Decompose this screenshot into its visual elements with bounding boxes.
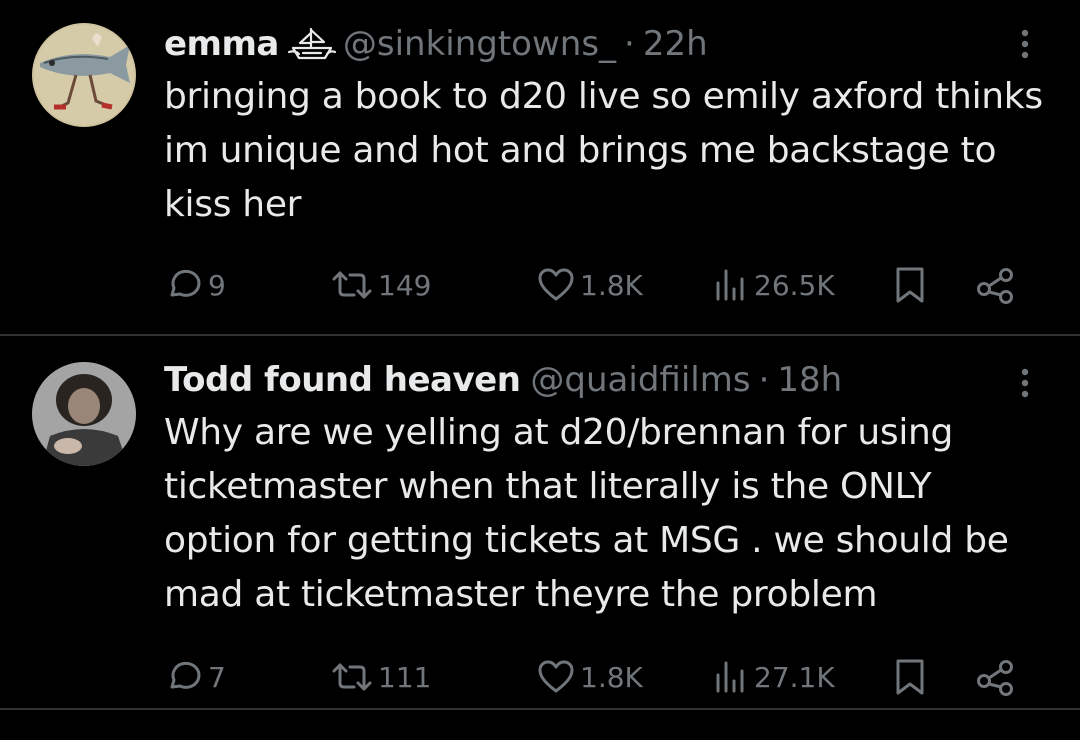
display-name[interactable]: emma bbox=[164, 24, 279, 64]
bookmark-button[interactable] bbox=[890, 652, 930, 702]
timestamp[interactable]: 22h bbox=[643, 24, 708, 64]
tweet-text: bringing a book to d20 live so emily axf… bbox=[164, 76, 1043, 225]
repost-button[interactable]: 149 bbox=[330, 260, 431, 310]
views-count: 27.1K bbox=[754, 660, 835, 694]
repost-count: 149 bbox=[378, 268, 432, 302]
reply-icon bbox=[170, 269, 201, 297]
avatar[interactable] bbox=[32, 362, 136, 466]
like-count: 1.8K bbox=[580, 660, 643, 694]
separator-dot: · bbox=[758, 360, 770, 400]
separator-dot: · bbox=[624, 24, 635, 64]
views-icon bbox=[716, 661, 744, 693]
tweet-actions: 9 149 1.8K 26.5K bbox=[164, 260, 1044, 310]
share-icon bbox=[977, 660, 1013, 696]
reply-icon bbox=[170, 661, 201, 689]
views-icon bbox=[716, 269, 744, 301]
user-handle[interactable]: @quaidfiilms bbox=[530, 360, 750, 400]
repost-icon bbox=[332, 663, 372, 691]
share-icon bbox=[977, 268, 1013, 304]
like-count: 1.8K bbox=[580, 268, 643, 302]
share-button[interactable] bbox=[974, 260, 1018, 310]
timestamp[interactable]: 18h bbox=[777, 360, 842, 400]
reply-button[interactable]: 9 bbox=[164, 260, 226, 310]
bookmark-icon bbox=[896, 267, 924, 303]
reply-button[interactable]: 7 bbox=[164, 652, 226, 702]
tweet-header: emma @sinkingtowns_ · 22h bbox=[164, 22, 708, 66]
heart-icon bbox=[538, 268, 574, 301]
user-handle[interactable]: @sinkingtowns_ bbox=[343, 24, 616, 64]
tweet-header: Todd found heaven @quaidfiilms · 18h bbox=[164, 358, 842, 402]
repost-icon bbox=[332, 271, 372, 299]
share-button[interactable] bbox=[974, 652, 1018, 702]
repost-button[interactable]: 111 bbox=[330, 652, 431, 702]
avatar[interactable] bbox=[32, 23, 136, 127]
views-count: 26.5K bbox=[754, 268, 835, 302]
tweet[interactable]: Todd found heaven @quaidfiilms · 18h Why… bbox=[0, 336, 1080, 710]
tweet[interactable]: emma @sinkingtowns_ · 22h bringing a boo… bbox=[0, 0, 1080, 334]
heart-icon bbox=[538, 660, 574, 693]
reply-count: 9 bbox=[208, 268, 226, 302]
reply-count: 7 bbox=[208, 660, 226, 694]
tweet-actions: 7 111 1.8K 27.1K bbox=[164, 652, 1044, 702]
more-options-icon[interactable] bbox=[1010, 358, 1040, 408]
ship-icon bbox=[287, 26, 337, 62]
like-button[interactable]: 1.8K bbox=[536, 652, 643, 702]
views-button[interactable]: 27.1K bbox=[710, 652, 835, 702]
more-options-icon[interactable] bbox=[1010, 22, 1040, 72]
tweet-text: Why are we yelling at d20/brennan for us… bbox=[164, 412, 1009, 615]
bookmark-button[interactable] bbox=[890, 260, 930, 310]
like-button[interactable]: 1.8K bbox=[536, 260, 643, 310]
bookmark-icon bbox=[896, 659, 924, 695]
divider bbox=[0, 708, 1080, 710]
display-name[interactable]: Todd found heaven bbox=[164, 360, 521, 400]
views-button[interactable]: 26.5K bbox=[710, 260, 835, 310]
repost-count: 111 bbox=[378, 660, 432, 694]
